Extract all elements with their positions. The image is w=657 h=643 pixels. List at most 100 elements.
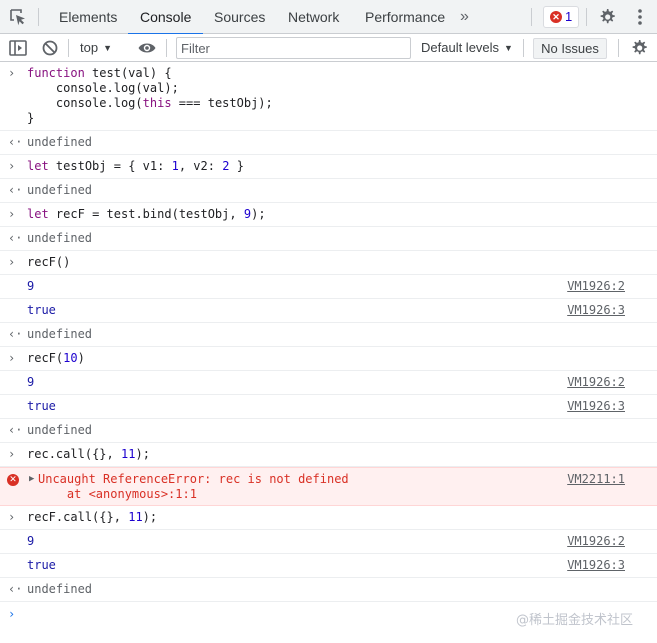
error-count-badge[interactable]: ✕ 1 [543, 6, 579, 28]
tab-console[interactable]: Console [127, 0, 204, 35]
code-line: console.log(this === testObj); [55, 96, 273, 110]
console-result-entry: ‹· undefined [0, 419, 657, 443]
more-tabs-button[interactable]: » [460, 2, 469, 32]
issues-button[interactable]: No Issues [533, 38, 607, 59]
error-icon: ✕ [550, 11, 562, 23]
console-result-entry: ‹· undefined [0, 179, 657, 203]
code-line: recF.call({}, 11); [27, 510, 158, 524]
inspect-icon[interactable] [8, 7, 28, 27]
error-stack-line: at <anonymous>:1:1 [38, 487, 197, 501]
console-toolbar: top ▼ Default levels ▼ No Issues [0, 34, 657, 62]
result-value: undefined [27, 423, 93, 437]
tab-elements[interactable]: Elements [59, 0, 117, 34]
prompt-chevron-icon: › [8, 607, 16, 621]
console-input-entry: › recF.call({}, 11); [0, 506, 657, 530]
console-output[interactable]: › function test(val) { console.log(val); … [0, 62, 657, 643]
result-value: undefined [27, 582, 93, 596]
console-input-entry: › recF(10) [0, 347, 657, 371]
tab-network[interactable]: Network [288, 0, 339, 34]
divider [586, 8, 587, 26]
result-arrow-icon: ‹· [8, 423, 23, 437]
input-chevron-icon: › [8, 159, 16, 173]
console-result-entry: ‹· undefined [0, 131, 657, 155]
code-line: recF() [27, 255, 71, 269]
console-log-entry: 9 VM1926:2 [0, 371, 657, 395]
console-log-entry: 9 VM1926:2 [0, 275, 657, 299]
log-value: true [27, 303, 56, 317]
source-link[interactable]: VM1926:3 [567, 399, 625, 413]
console-result-entry: ‹· undefined [0, 323, 657, 347]
log-value: 9 [27, 279, 35, 293]
gear-icon[interactable] [597, 7, 617, 27]
dropdown-caret-icon: ▼ [504, 43, 513, 53]
code-line: } [27, 111, 35, 125]
source-link[interactable]: VM2211:1 [567, 472, 625, 486]
console-input-entry: › recF() [0, 251, 657, 275]
sidebar-toggle-icon[interactable] [8, 38, 28, 58]
source-link[interactable]: VM1926:2 [567, 279, 625, 293]
source-link[interactable]: VM1926:2 [567, 534, 625, 548]
divider [166, 39, 167, 57]
log-value: true [27, 399, 56, 413]
code-line: function test(val) { [27, 66, 172, 80]
kebab-menu-icon[interactable] [630, 6, 650, 28]
tab-sources[interactable]: Sources [214, 0, 265, 34]
source-link[interactable]: VM1926:2 [567, 375, 625, 389]
console-input-entry: › function test(val) { console.log(val); … [0, 62, 657, 131]
input-chevron-icon: › [8, 351, 16, 365]
log-levels-dropdown[interactable]: Default levels ▼ [421, 34, 513, 62]
log-value: 9 [27, 375, 35, 389]
input-chevron-icon: › [8, 510, 16, 524]
input-chevron-icon: › [8, 255, 16, 269]
console-input-entry: › let testObj = { v1: 1, v2: 2 } [0, 155, 657, 179]
console-settings-gear-icon[interactable] [629, 38, 649, 58]
console-log-entry: 9 VM1926:2 [0, 530, 657, 554]
result-value: undefined [27, 327, 93, 341]
console-input-entry: › let recF = test.bind(testObj, 9); [0, 203, 657, 227]
console-log-entry: true VM1926:3 [0, 395, 657, 419]
expand-triangle-icon[interactable]: ▶ [29, 474, 34, 484]
context-selector[interactable]: top ▼ [80, 34, 112, 62]
result-value: undefined [27, 231, 93, 245]
watermark: @稀土掘金技术社区 [516, 613, 634, 628]
error-count: 1 [565, 9, 573, 24]
divider [38, 8, 39, 26]
result-value: undefined [27, 183, 93, 197]
tab-performance[interactable]: Performance [365, 0, 445, 34]
devtools-tabbar: Elements Console Sources Network Perform… [0, 0, 657, 35]
result-arrow-icon: ‹· [8, 135, 23, 149]
console-log-entry: true VM1926:3 [0, 554, 657, 578]
console-log-entry: true VM1926:3 [0, 299, 657, 323]
source-link[interactable]: VM1926:3 [567, 303, 625, 317]
code-line: rec.call({}, 11); [27, 447, 150, 461]
code-line: let recF = test.bind(testObj, 9); [27, 207, 266, 221]
eye-icon[interactable] [137, 38, 157, 58]
input-chevron-icon: › [8, 447, 16, 461]
console-result-entry: ‹· undefined [0, 578, 657, 602]
clear-console-icon[interactable] [40, 38, 60, 58]
code-line: console.log(val); [55, 81, 179, 95]
result-value: undefined [27, 135, 93, 149]
log-value: true [27, 558, 56, 572]
dropdown-caret-icon: ▼ [103, 43, 112, 53]
log-levels-label: Default levels [421, 40, 500, 55]
result-arrow-icon: ‹· [8, 183, 23, 197]
error-icon: ✕ [7, 474, 19, 486]
log-value: 9 [27, 534, 35, 548]
result-arrow-icon: ‹· [8, 327, 23, 341]
console-result-entry: ‹· undefined [0, 227, 657, 251]
result-arrow-icon: ‹· [8, 582, 23, 596]
context-label: top [80, 40, 99, 55]
input-chevron-icon: › [8, 207, 16, 221]
divider [523, 39, 524, 57]
console-input-entry: › rec.call({}, 11); [0, 443, 657, 467]
divider [531, 8, 532, 26]
divider [68, 39, 69, 57]
source-link[interactable]: VM1926:3 [567, 558, 625, 572]
code-line: recF(10) [27, 351, 85, 365]
filter-input[interactable] [176, 37, 411, 59]
result-arrow-icon: ‹· [8, 231, 23, 245]
console-error-entry: ✕ ▶ Uncaught ReferenceError: rec is not de… [0, 467, 657, 506]
divider [618, 39, 619, 57]
code-line: let testObj = { v1: 1, v2: 2 } [27, 159, 244, 173]
